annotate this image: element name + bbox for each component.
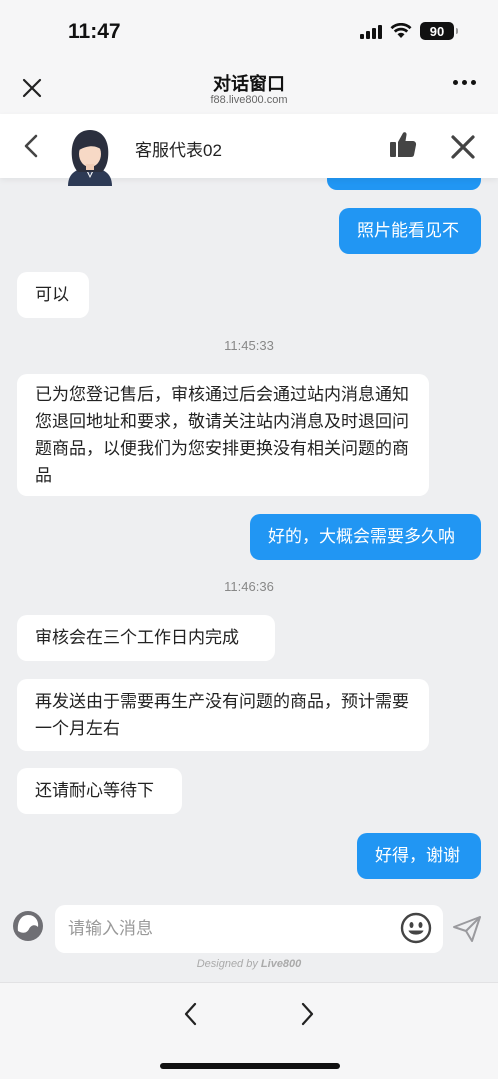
send-icon[interactable] [452, 915, 482, 943]
home-indicator [160, 1063, 340, 1069]
message-timestamp: 11:46:36 [224, 579, 274, 594]
designed-by-label: Designed by [196, 958, 258, 970]
message-list: 照片能看见不 可以 11:45:33 已为您登记售后，审核通过后会通过站内消息通… [0, 178, 498, 890]
message-input[interactable] [55, 905, 443, 953]
message-timestamp: 11:45:33 [224, 338, 274, 353]
nav-back-icon[interactable] [180, 1001, 202, 1027]
input-bar: Designed by Live800 [0, 890, 498, 980]
status-time: 11:47 [68, 20, 121, 43]
more-icon[interactable] [453, 80, 476, 85]
message-bubble-outgoing [327, 178, 481, 190]
close-x-icon[interactable] [450, 134, 476, 160]
page-title: 对话窗口 [213, 74, 285, 94]
nav-forward-icon[interactable] [296, 1001, 318, 1027]
emoji-icon[interactable] [400, 912, 432, 944]
status-indicators: 90 [360, 22, 458, 40]
message-bubble-outgoing: 好得，谢谢 [357, 833, 481, 879]
bottom-nav [0, 982, 498, 1079]
wifi-icon [390, 23, 412, 38]
designed-by: Designed by Live800 [0, 958, 498, 970]
theme-icon[interactable] [12, 910, 44, 942]
message-bubble-incoming: 可以 [17, 272, 89, 318]
thumbs-up-icon[interactable] [388, 130, 418, 160]
back-chevron-icon[interactable] [20, 132, 44, 160]
agent-avatar [68, 130, 112, 186]
status-bar: 11:47 90 [0, 0, 498, 60]
page-url: f88.live800.com [210, 94, 288, 106]
message-bubble-incoming: 已为您登记售后，审核通过后会通过站内消息通知您退回地址和要求，敬请关注站内消息及… [17, 374, 429, 496]
signal-icon [360, 23, 382, 39]
battery-icon: 90 [420, 22, 458, 40]
message-bubble-incoming: 再发送由于需要再生产没有问题的商品，预计需要一个月左右 [17, 679, 429, 751]
message-bubble-incoming: 还请耐心等待下 [17, 768, 182, 814]
message-bubble-incoming: 审核会在三个工作日内完成 [17, 615, 275, 661]
agent-name: 客服代表02 [135, 141, 222, 160]
chat-header: 客服代表02 [0, 114, 498, 186]
browser-header: 对话窗口 f88.live800.com [0, 60, 498, 114]
message-bubble-outgoing: 照片能看见不 [339, 208, 481, 254]
message-bubble-outgoing: 好的，大概会需要多久呐 [250, 514, 481, 560]
brand-logo-text: Live800 [260, 958, 302, 970]
